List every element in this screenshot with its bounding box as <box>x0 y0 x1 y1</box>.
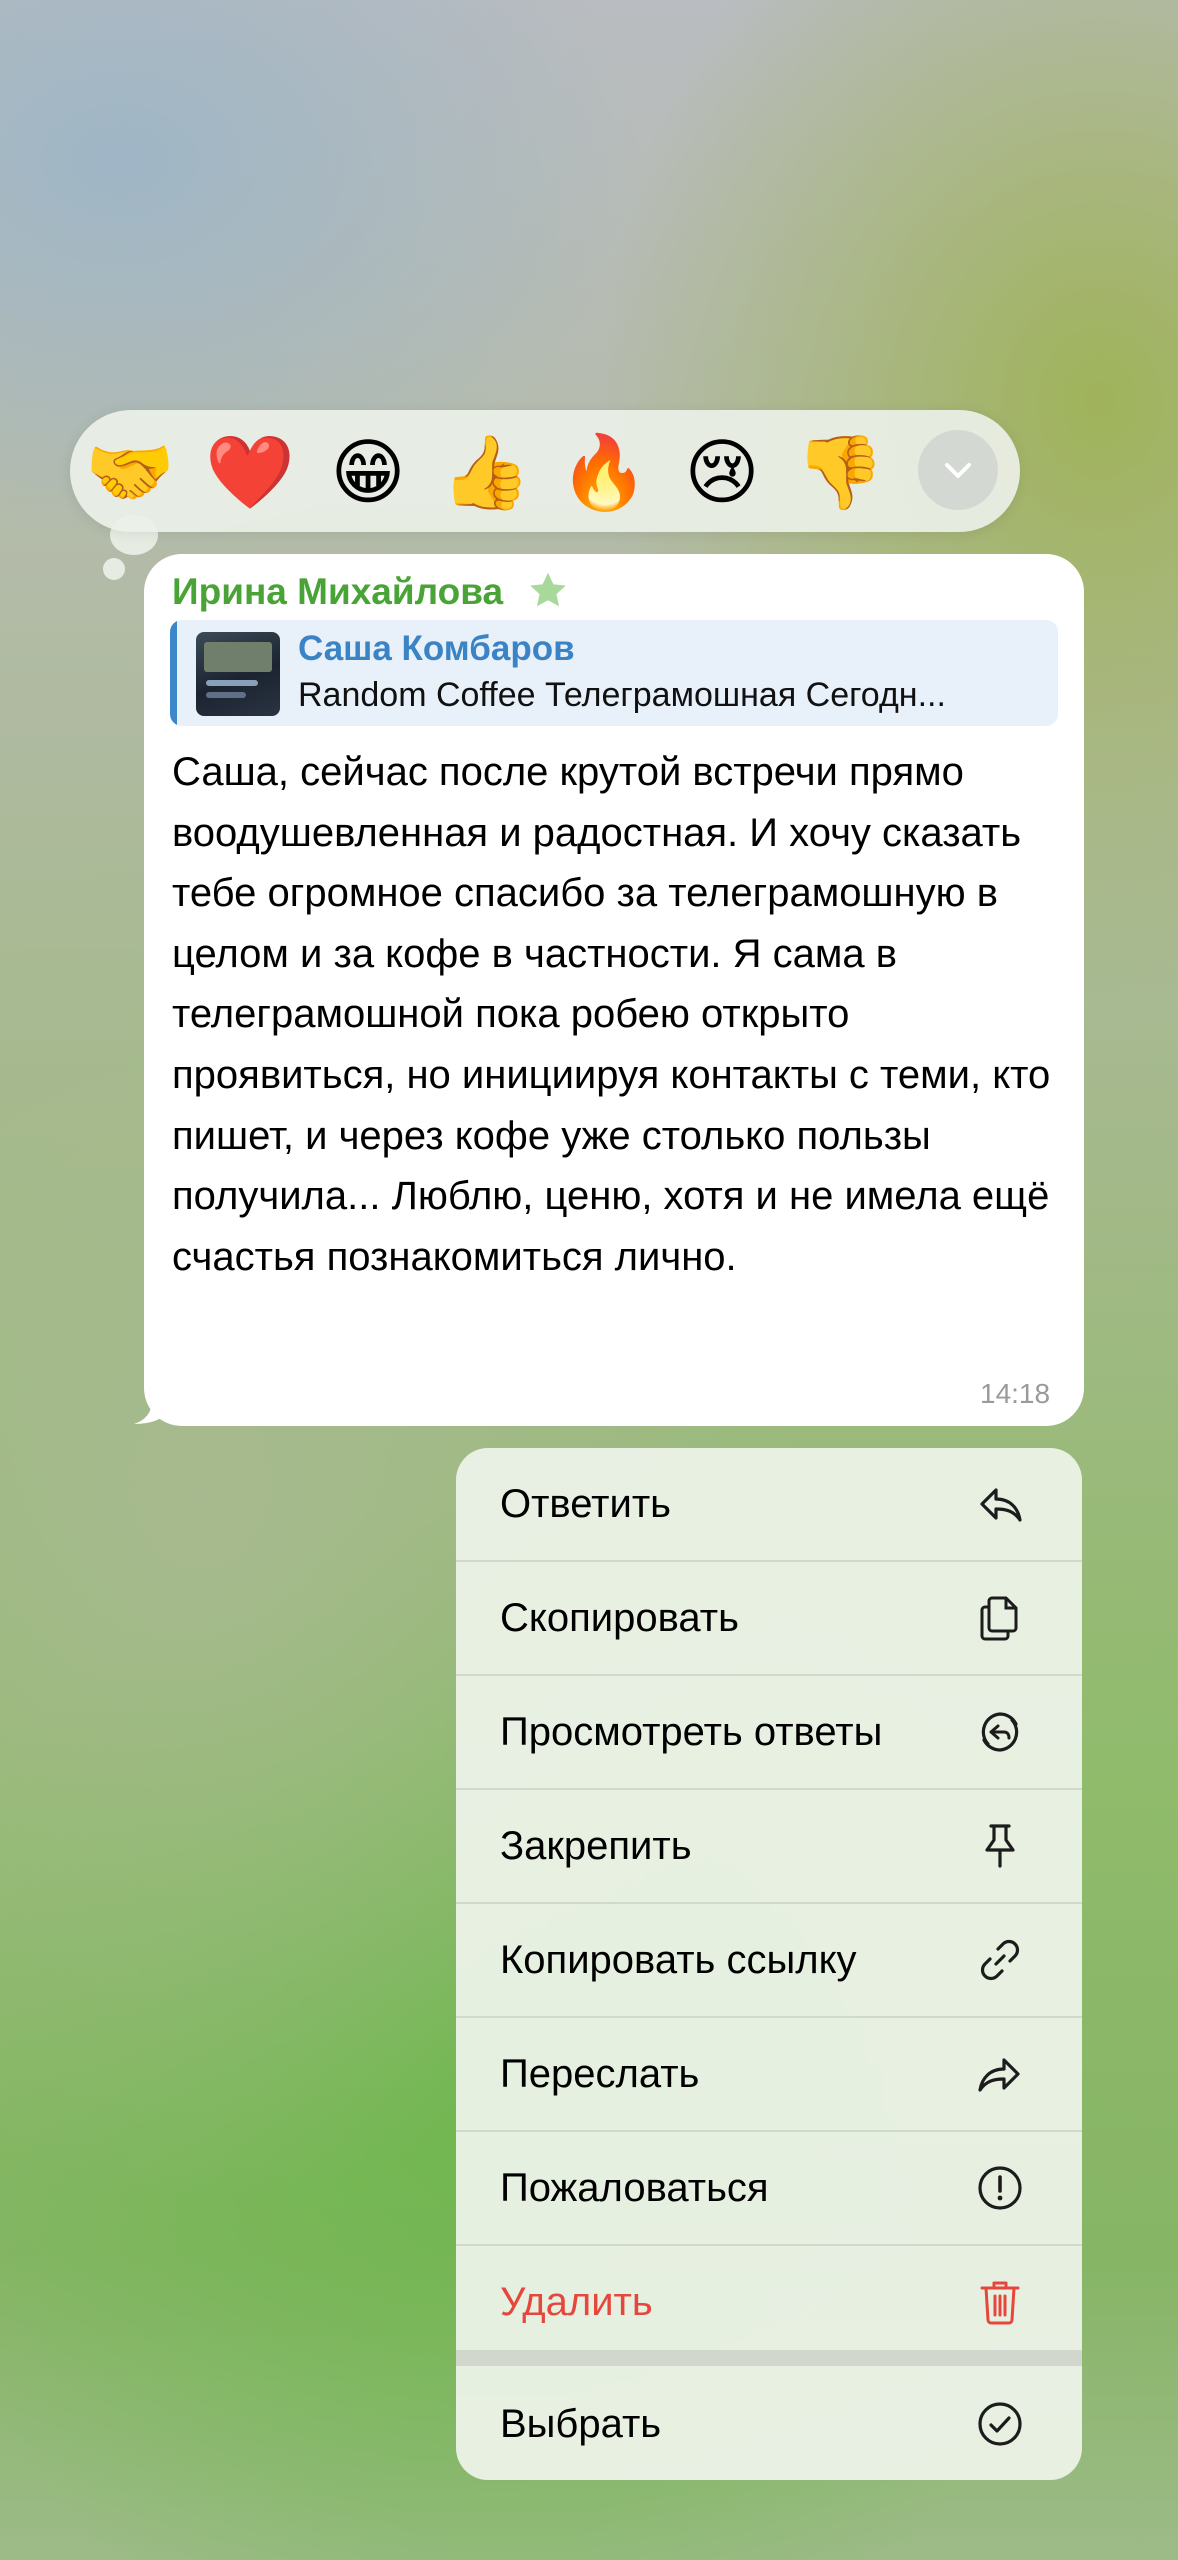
menu-item-copy-link[interactable]: Копировать ссылку <box>456 1904 1082 2016</box>
reply-quote-bar <box>170 620 177 726</box>
menu-item-view-replies[interactable]: Просмотреть ответы <box>456 1676 1082 1788</box>
chevron-down-icon <box>945 463 971 478</box>
menu-item-label: Пожаловаться <box>500 2166 769 2210</box>
expand-reactions-button[interactable] <box>918 430 998 510</box>
menu-item-delete[interactable]: Удалить <box>456 2246 1082 2358</box>
message-time: 14:18 <box>980 1378 1051 1409</box>
menu-item-label: Удалить <box>500 2280 653 2324</box>
report-icon <box>978 2166 1022 2210</box>
reaction-fire[interactable]: 🔥 <box>558 426 650 518</box>
menu-item-report[interactable]: Пожаловаться <box>456 2132 1082 2244</box>
menu-item-label: Копировать ссылку <box>500 1938 857 1982</box>
reaction-handshake[interactable]: 🤝 <box>84 426 176 518</box>
menu-item-label: Закрепить <box>500 1824 692 1868</box>
menu-item-select[interactable]: Выбрать <box>456 2368 1082 2480</box>
reaction-crying[interactable]: 😢 <box>676 426 768 518</box>
menu-item-reply[interactable]: Ответить <box>456 1448 1082 1560</box>
menu-item-pin[interactable]: Закрепить <box>456 1790 1082 1902</box>
pin-icon <box>985 1824 1015 1868</box>
reaction-thumbs-up[interactable]: 👍 <box>440 426 532 518</box>
select-check-icon <box>978 2402 1022 2446</box>
reaction-thumbs-down[interactable]: 👎 <box>794 426 886 518</box>
replies-icon <box>981 1712 1019 1752</box>
menu-item-copy[interactable]: Скопировать <box>456 1562 1082 1674</box>
menu-item-label: Ответить <box>500 1482 671 1526</box>
link-icon <box>980 1939 1020 1981</box>
menu-item-forward[interactable]: Переслать <box>456 2018 1082 2130</box>
reply-author: Саша Комбаров <box>298 629 575 668</box>
menu-group-divider <box>456 2350 1082 2366</box>
reaction-bar-tail-dot <box>103 558 125 580</box>
forward-icon <box>978 2058 1020 2092</box>
message-text: Саша, сейчас после крутой встречи прямо … <box>172 750 1051 1279</box>
menu-item-label: Просмотреть ответы <box>500 1710 883 1754</box>
reaction-heart[interactable]: ❤️ <box>204 426 296 518</box>
menu-item-label: Выбрать <box>500 2402 662 2446</box>
context-menu: Ответить Скопировать Просмотреть ответы … <box>456 1448 1082 2480</box>
sender-name[interactable]: Ирина Михайлова <box>172 566 503 618</box>
reply-icon <box>980 1488 1022 1522</box>
reply-preview: Random Coffee Телеграмошная Сегодн... <box>298 676 946 714</box>
trash-icon <box>980 2281 1020 2325</box>
reply-quote[interactable]: Саша Комбаров Random Coffee Телеграмошна… <box>170 620 1058 726</box>
copy-icon <box>980 1596 1018 1641</box>
menu-item-label: Переслать <box>500 2052 700 2096</box>
reaction-grin[interactable]: 😁 <box>322 426 414 518</box>
star-icon <box>530 572 566 607</box>
reply-thumbnail <box>196 632 280 716</box>
menu-item-label: Скопировать <box>500 1596 739 1640</box>
